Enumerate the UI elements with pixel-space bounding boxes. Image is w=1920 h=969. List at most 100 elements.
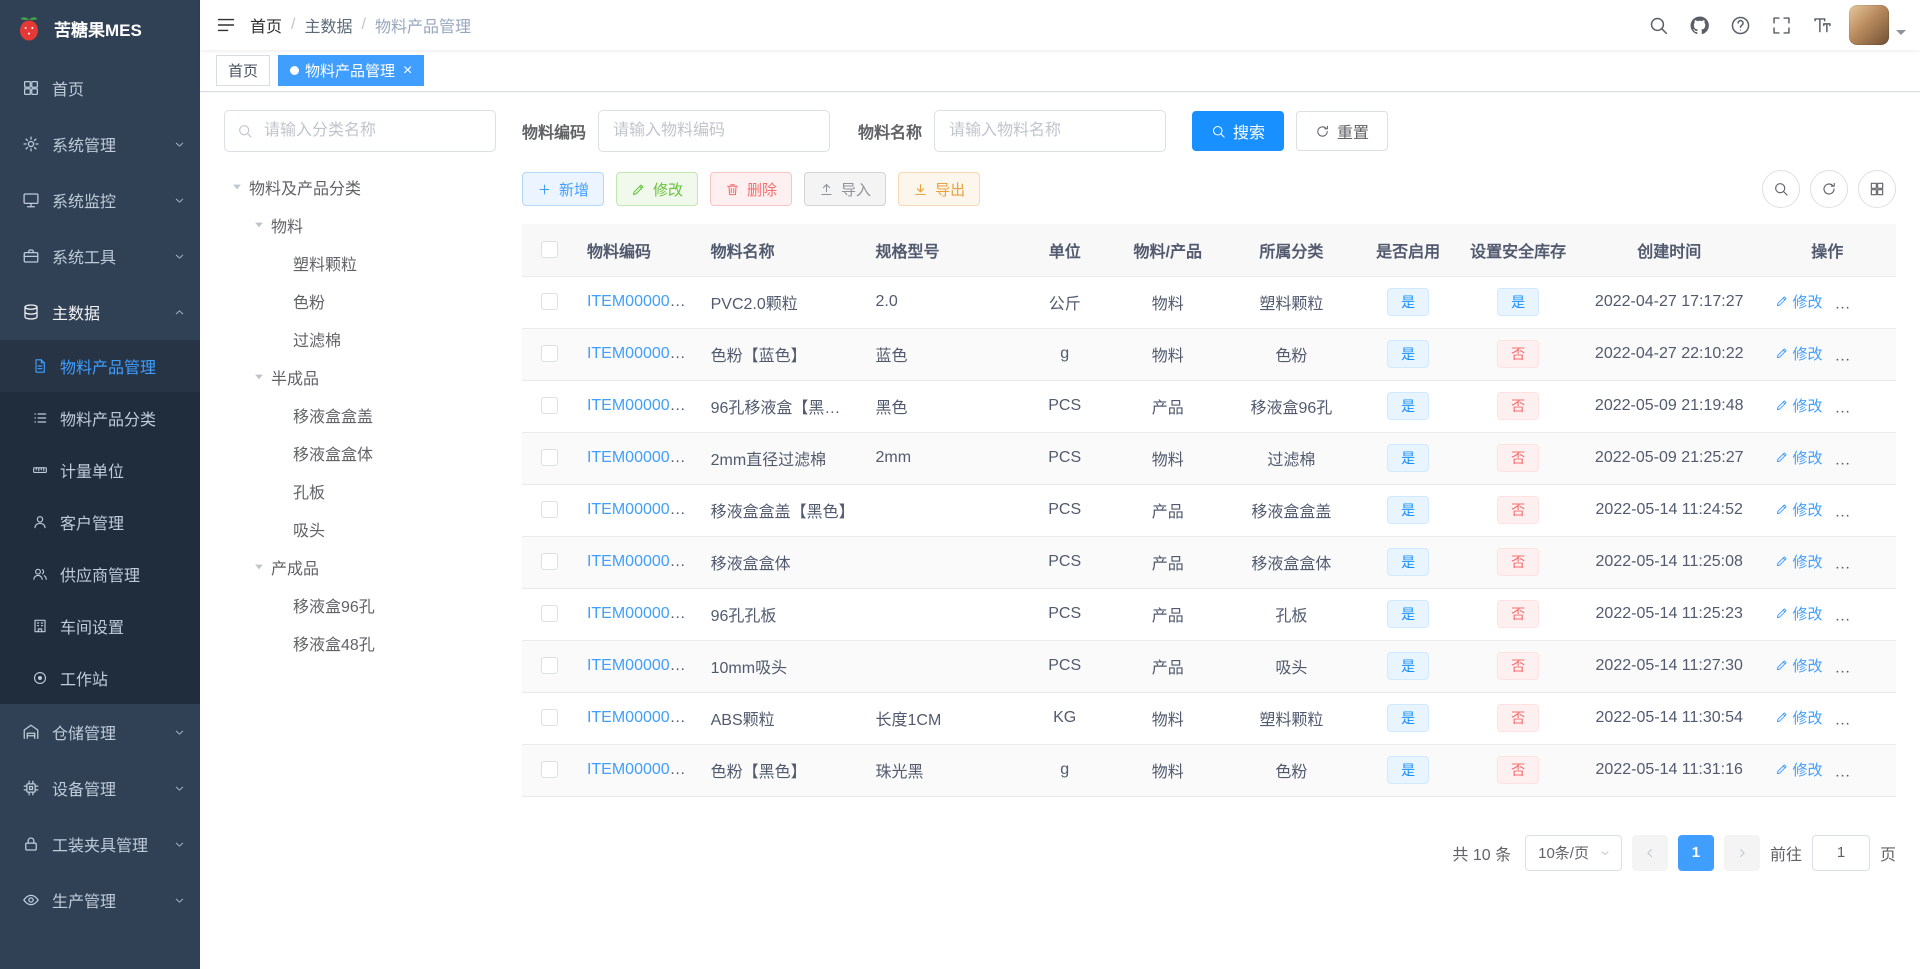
tree-node[interactable]: 孔板: [224, 472, 496, 510]
item-code-link[interactable]: ITEM00000055: [587, 709, 696, 726]
table-row: ITEM00000049 2mm直径过滤棉 2mm PCS 物料 过滤棉是 否 2022-05…: [522, 432, 1896, 485]
item-code-link[interactable]: ITEM00000053: [587, 605, 696, 622]
goto-page-input[interactable]: [1811, 834, 1870, 871]
delete-button[interactable]: 删除: [710, 172, 793, 206]
edit-button[interactable]: 修改: [616, 172, 699, 206]
sidebar-item-warehouse-management[interactable]: 仓储管理: [0, 704, 200, 760]
edit-row-link[interactable]: 修改: [1775, 291, 1823, 312]
row-checkbox[interactable]: [540, 709, 558, 727]
page-size-select[interactable]: 10条/页: [1525, 834, 1622, 871]
edit-row-link[interactable]: 修改: [1775, 499, 1823, 520]
row-checkbox[interactable]: [540, 501, 558, 519]
tree-node[interactable]: 移液盒盒盖: [224, 396, 496, 434]
item-type-cell: 物料: [1112, 692, 1223, 745]
edit-icon: [1775, 658, 1789, 672]
edit-row-link[interactable]: 修改: [1775, 343, 1823, 364]
sidebar-item-system-management[interactable]: 系统管理: [0, 116, 200, 172]
tree-node[interactable]: 物料: [224, 206, 496, 244]
import-button[interactable]: 导入: [804, 172, 887, 206]
sidebar-item-supplier-management[interactable]: 供应商管理: [0, 548, 200, 600]
tree-node[interactable]: 物料及产品分类: [224, 168, 496, 206]
sidebar-item-measurement-unit[interactable]: 计量单位: [0, 444, 200, 496]
sidebar-item-equipment-management[interactable]: 设备管理: [0, 760, 200, 816]
row-checkbox[interactable]: [540, 293, 558, 311]
row-checkbox[interactable]: [540, 449, 558, 467]
row-checkbox[interactable]: [540, 397, 558, 415]
row-checkbox[interactable]: [540, 761, 558, 779]
item-category-cell: 色粉: [1222, 744, 1361, 797]
user-avatar[interactable]: [1849, 5, 1889, 45]
sidebar-item-master-data[interactable]: 主数据: [0, 284, 200, 340]
strawberry-logo-icon: [14, 13, 44, 43]
category-search-input[interactable]: [262, 121, 483, 141]
row-checkbox[interactable]: [540, 605, 558, 623]
item-code-link[interactable]: ITEM00000051: [587, 501, 696, 518]
close-icon[interactable]: ×: [403, 62, 412, 79]
prev-page-button[interactable]: [1631, 834, 1668, 871]
fullscreen-icon[interactable]: [1771, 15, 1792, 36]
edit-row-link[interactable]: 修改: [1775, 395, 1823, 416]
item-code-link[interactable]: ITEM00000041: [587, 345, 696, 362]
add-button[interactable]: 新增: [522, 172, 605, 206]
tree-node[interactable]: 移液盒盒体: [224, 434, 496, 472]
edit-row-link[interactable]: 修改: [1775, 603, 1823, 624]
item-code-link[interactable]: ITEM00000052: [587, 553, 696, 570]
edit-row-link[interactable]: 修改: [1775, 759, 1823, 780]
toggle-search-button[interactable]: [1762, 170, 1800, 208]
header-search-icon[interactable]: [1648, 15, 1669, 36]
row-checkbox[interactable]: [540, 553, 558, 571]
help-icon[interactable]: [1730, 15, 1751, 36]
edit-row-link[interactable]: 修改: [1775, 655, 1823, 676]
item-code-link[interactable]: ITEM00000049: [587, 449, 696, 466]
font-size-icon[interactable]: [1812, 15, 1833, 36]
sidebar-item-system-tools[interactable]: 系统工具: [0, 228, 200, 284]
sidebar-item-customer-management[interactable]: 客户管理: [0, 496, 200, 548]
item-code-link[interactable]: ITEM00000054: [587, 657, 696, 674]
search-button[interactable]: 搜索: [1192, 111, 1285, 151]
toggle-columns-button[interactable]: [1858, 170, 1896, 208]
item-code-link[interactable]: ITEM00000046: [587, 397, 696, 414]
export-button[interactable]: 导出: [898, 172, 981, 206]
row-checkbox[interactable]: [540, 345, 558, 363]
sidebar-item-material-product-management[interactable]: 物料产品管理: [0, 340, 200, 392]
item-code-link[interactable]: ITEM00000037: [587, 293, 696, 310]
sidebar-item-system-monitor[interactable]: 系统监控: [0, 172, 200, 228]
tree-node[interactable]: 半成品: [224, 358, 496, 396]
page-1-button[interactable]: 1: [1677, 834, 1714, 871]
next-page-button[interactable]: [1723, 834, 1760, 871]
tree-node[interactable]: 移液盒96孔: [224, 586, 496, 624]
user-menu[interactable]: [1849, 5, 1906, 45]
tag-home[interactable]: 首页: [216, 55, 271, 86]
breadcrumb-item[interactable]: 首页: [250, 13, 282, 37]
refresh-button[interactable]: [1810, 170, 1848, 208]
tree-node[interactable]: 塑料颗粒: [224, 244, 496, 282]
edit-row-link[interactable]: 修改: [1775, 707, 1823, 728]
tree-node[interactable]: 过滤棉: [224, 320, 496, 358]
hamburger-icon[interactable]: [216, 15, 236, 35]
sidebar-item-workstation[interactable]: 工作站: [0, 652, 200, 704]
reset-button[interactable]: 重置: [1296, 111, 1389, 151]
sidebar-item-production-management[interactable]: 生产管理: [0, 872, 200, 928]
sidebar-item-home[interactable]: 首页: [0, 60, 200, 116]
row-checkbox[interactable]: [540, 657, 558, 675]
enabled-badge: 是: [1387, 600, 1430, 628]
edit-row-link[interactable]: 修改: [1775, 447, 1823, 468]
breadcrumb-item[interactable]: 主数据: [304, 13, 352, 37]
tag-material-product-management[interactable]: 物料产品管理 ×: [278, 55, 425, 86]
sidebar-item-material-product-category[interactable]: 物料产品分类: [0, 392, 200, 444]
edit-row-link[interactable]: 修改: [1775, 551, 1823, 572]
tree-node[interactable]: 吸头: [224, 510, 496, 548]
tree-node[interactable]: 产成品: [224, 548, 496, 586]
github-icon[interactable]: [1689, 15, 1710, 36]
sidebar-item-workshop-settings[interactable]: 车间设置: [0, 600, 200, 652]
item-unit-cell: PCS: [1016, 380, 1113, 433]
tree-node[interactable]: 移液盒48孔: [224, 624, 496, 662]
sidebar-item-fixture-management[interactable]: 工装夹具管理: [0, 816, 200, 872]
select-all-checkbox[interactable]: [540, 241, 558, 259]
item-code-link[interactable]: ITEM00000056: [587, 761, 696, 778]
item-name-cell: PVC2.0颗粒: [700, 276, 866, 329]
code-filter-input[interactable]: [598, 110, 831, 152]
name-filter-input[interactable]: [934, 110, 1167, 152]
app-logo[interactable]: 苦糖果MES: [0, 0, 200, 56]
tree-node[interactable]: 色粉: [224, 282, 496, 320]
